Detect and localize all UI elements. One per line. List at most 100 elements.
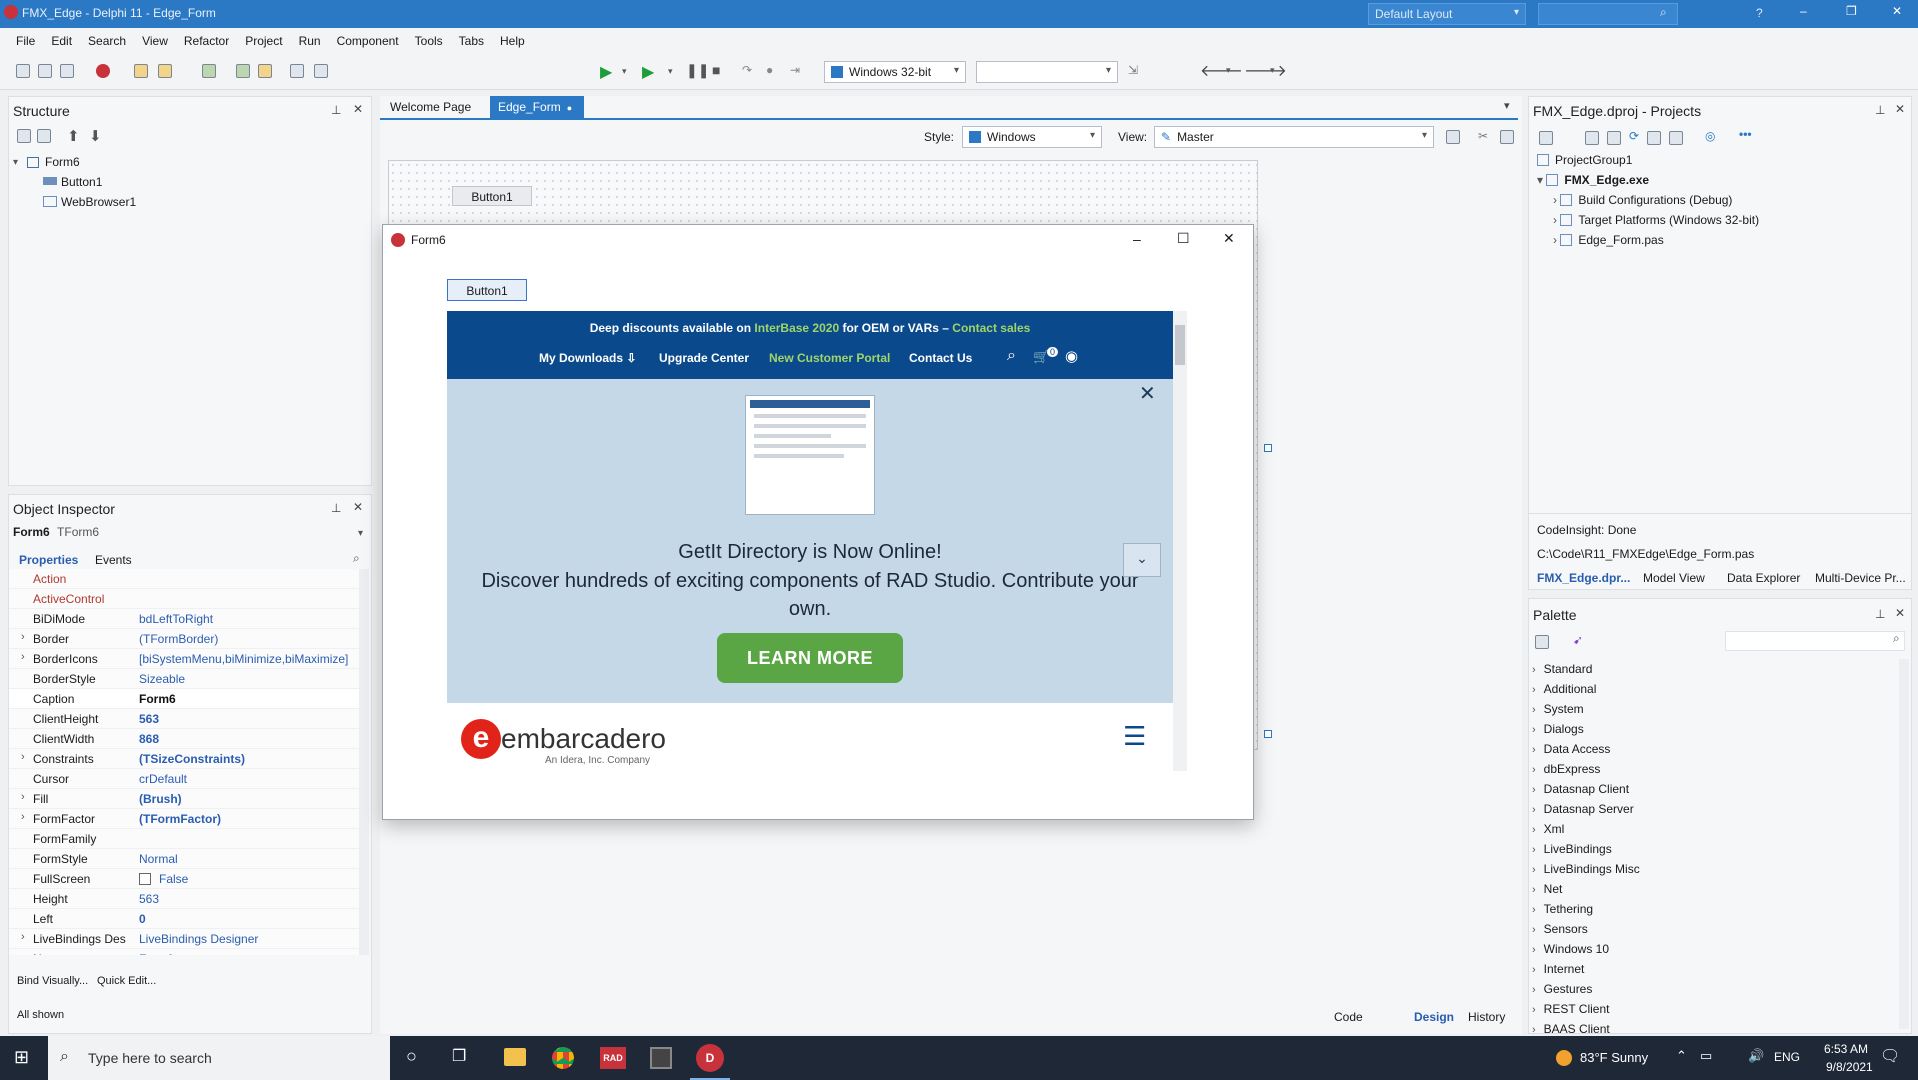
config-combo[interactable]: ▾ (976, 61, 1118, 83)
oi-row[interactable]: › Border (TFormBorder) (9, 629, 365, 649)
project-tree-item[interactable]: › Build Configurations (Debug) (1553, 193, 1732, 207)
palette-category[interactable]: › Datasnap Server (1532, 802, 1634, 816)
hero-expand-button[interactable]: ⌄ (1123, 543, 1161, 577)
clock-time[interactable]: 6:53 AM (1824, 1042, 1868, 1056)
open-icon[interactable] (158, 64, 172, 78)
toggle-form-icon[interactable] (290, 64, 304, 78)
oi-row[interactable]: › Fill (Brush) (9, 789, 365, 809)
delphi-icon[interactable] (96, 64, 110, 78)
pause-icon[interactable]: ❚❚ (686, 62, 709, 79)
palette-category[interactable]: › dbExpress (1532, 762, 1600, 776)
move-down-icon[interactable]: ⬇ (89, 127, 102, 145)
projects-tab-model-view[interactable]: Model View (1643, 571, 1705, 585)
nav-customer-portal[interactable]: New Customer Portal (769, 351, 890, 365)
menu-tabs[interactable]: Tabs (451, 28, 492, 48)
project-tree-item[interactable]: › Target Platforms (Windows 32-bit) (1553, 213, 1759, 227)
tree-expand-icon[interactable]: ▾ (1537, 173, 1546, 187)
menu-search[interactable]: Search (80, 28, 134, 48)
trace-into-icon[interactable]: ● (766, 63, 773, 77)
save-icon[interactable] (202, 64, 216, 78)
expand-chevron-icon[interactable]: › (21, 931, 25, 943)
taskbar-search-box[interactable]: ⌕ Type here to search (48, 1036, 390, 1080)
oi-prop-value[interactable]: Sizeable (139, 672, 185, 686)
oi-row[interactable]: ClientHeight 563 (9, 709, 365, 729)
structure-item-button1[interactable]: Button1 (61, 175, 102, 189)
palette-category[interactable]: › REST Client (1532, 1002, 1609, 1016)
projects-tab-data-explorer[interactable]: Data Explorer (1727, 571, 1800, 585)
project-tree-item[interactable]: ▾ FMX_Edge.exe (1537, 173, 1649, 187)
pin-icon[interactable]: ⊥ (331, 103, 341, 117)
tab-welcome-page[interactable]: Welcome Page (382, 96, 488, 118)
palette-search-icon[interactable]: ⌕ (1893, 631, 1900, 646)
ide-search-icon[interactable]: ⌕ (1660, 5, 1667, 20)
view-combo[interactable]: ✎ Master ▾ (1154, 126, 1434, 148)
ide-search-box[interactable] (1538, 3, 1678, 25)
style-combo[interactable]: Windows ▾ (962, 126, 1102, 148)
form6-minimize-icon[interactable]: – (1133, 231, 1141, 247)
menu-project[interactable]: Project (237, 28, 290, 48)
tree-expand-icon[interactable]: › (1553, 213, 1560, 227)
expand-chevron-icon[interactable]: › (21, 811, 25, 823)
oi-prop-value[interactable]: Form6 (139, 952, 174, 955)
tree-expand-icon[interactable]: › (1553, 233, 1560, 247)
clock-date[interactable]: 9/8/2021 (1826, 1060, 1873, 1074)
stop-icon[interactable]: ■ (712, 62, 720, 78)
oi-row[interactable]: FormFamily (9, 829, 365, 849)
move-up-icon[interactable]: ⬆ (67, 127, 80, 145)
oi-row[interactable]: BorderStyle Sizeable (9, 669, 365, 689)
cortana-icon[interactable]: ○ (406, 1046, 417, 1067)
delphi-app-icon[interactable]: D (696, 1044, 724, 1072)
platform-combo[interactable]: Windows 32-bit ▾ (824, 61, 966, 83)
notification-icon[interactable]: 🗨 (1880, 1046, 1900, 1066)
tree-expand-icon[interactable]: ▾ (13, 157, 18, 168)
oi-prop-value[interactable]: (TFormBorder) (139, 632, 218, 646)
form6-maximize-icon[interactable]: ☐ (1177, 230, 1190, 247)
oi-prop-value[interactable]: 563 (139, 712, 159, 726)
view-tool3-icon[interactable] (1500, 130, 1514, 144)
oi-prop-value[interactable]: 0 (139, 912, 146, 926)
open-folder-icon[interactable] (258, 64, 272, 78)
oi-row[interactable]: › Constraints (TSizeConstraints) (9, 749, 365, 769)
oi-quick-edit-link[interactable]: Quick Edit... (97, 975, 156, 987)
nav-contact-us[interactable]: Contact Us (909, 351, 972, 365)
palette-category[interactable]: › System (1532, 702, 1584, 716)
oi-bind-visually-link[interactable]: Bind Visually... (17, 975, 88, 987)
hamburger-menu-icon[interactable]: ☰ (1123, 721, 1146, 752)
new-unit-icon[interactable] (60, 64, 74, 78)
project-tree-item[interactable]: › Edge_Form.pas (1553, 233, 1664, 247)
nav-upgrade-center[interactable]: Upgrade Center (659, 351, 749, 365)
tab-edge-form[interactable]: Edge_Form ● (490, 96, 584, 118)
menu-component[interactable]: Component (329, 28, 407, 48)
oi-row[interactable]: Height 563 (9, 889, 365, 909)
run-to-cursor-icon[interactable]: ⇥ (790, 63, 800, 77)
structure-tool1-icon[interactable] (17, 129, 31, 143)
help-icon[interactable]: ? (1756, 6, 1763, 20)
calculator-icon[interactable] (650, 1047, 672, 1069)
menu-edit[interactable]: Edit (43, 28, 80, 48)
oi-row[interactable]: › LiveBindings Des LiveBindings Designer (9, 929, 365, 949)
palette-category[interactable]: › LiveBindings (1532, 842, 1612, 856)
volume-icon[interactable]: 🔊 (1748, 1048, 1764, 1064)
nav-my-downloads[interactable]: My Downloads ⇩ (539, 351, 636, 365)
tree-expand-icon[interactable]: › (1553, 193, 1560, 207)
oi-prop-value[interactable]: 563 (139, 892, 159, 906)
oi-row[interactable]: Caption Form6 (9, 689, 365, 709)
oi-prop-value[interactable]: crDefault (139, 772, 187, 786)
oi-row[interactable]: Left 0 (9, 909, 365, 929)
expand-chevron-icon[interactable]: › (21, 651, 25, 663)
palette-category[interactable]: › Data Access (1532, 742, 1610, 756)
task-view-icon[interactable]: ❐ (452, 1046, 466, 1066)
oi-prop-value[interactable]: (TFormFactor) (139, 812, 221, 826)
checkbox-icon[interactable] (139, 873, 151, 885)
interbase-link[interactable]: InterBase 2020 (754, 321, 839, 335)
palette-category[interactable]: › Datasnap Client (1532, 782, 1629, 796)
menu-refactor[interactable]: Refactor (176, 28, 237, 48)
open-project-icon[interactable] (134, 64, 148, 78)
palette-category[interactable]: › Sensors (1532, 922, 1588, 936)
oi-prop-value[interactable]: [biSystemMenu,biMinimize,biMaximize] (139, 652, 348, 666)
expand-chevron-icon[interactable]: › (21, 631, 25, 643)
projects-tool3-icon[interactable] (1607, 131, 1621, 145)
file-explorer-icon[interactable] (504, 1048, 526, 1066)
oi-prop-value[interactable]: LiveBindings Designer (139, 932, 258, 946)
start-icon[interactable]: ⊞ (14, 1047, 29, 1068)
